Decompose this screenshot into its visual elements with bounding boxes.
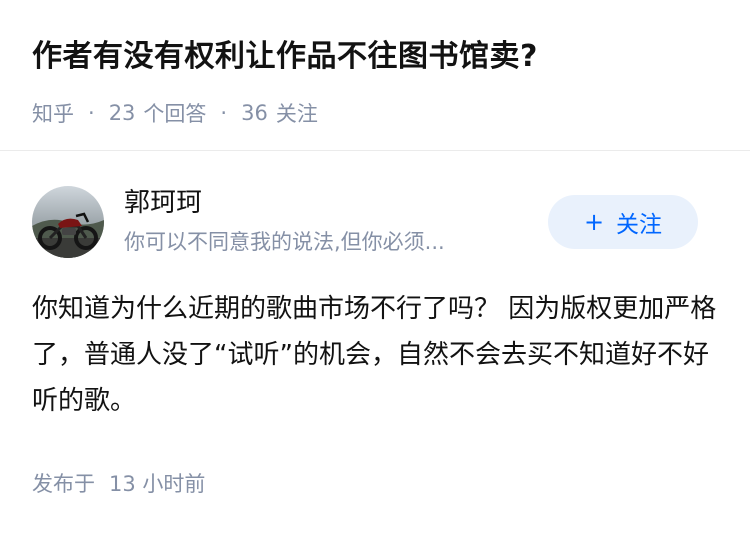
follow-button-label: 关注 [616, 212, 663, 238]
published-time: 13 小时前 [109, 472, 206, 496]
followers-count: 36 [241, 101, 268, 125]
answer-footer: 发布于 13 小时前 [32, 468, 205, 498]
author-name[interactable]: 郭珂珂 [124, 186, 202, 220]
plus-icon: + [583, 208, 605, 236]
answer-content[interactable]: 你知道为什么近期的歌曲市场不行了吗？ 因为版权更加严格了，普通人没了“试听”的机… [32, 286, 722, 424]
answers-label[interactable]: 个回答 [143, 98, 206, 128]
meta-separator: · [220, 101, 228, 125]
meta-separator: · [88, 101, 95, 125]
answers-count: 23 [108, 101, 136, 125]
author-bio: 你可以不同意我的说法,但你必须... [124, 230, 445, 254]
question-header: 作者有没有权利让作品不往图书馆卖? 知乎 · 23 个回答 · 36 关注 [32, 34, 732, 128]
published-label: 发布于 [32, 472, 95, 496]
question-meta: 知乎 · 23 个回答 · 36 关注 [32, 98, 732, 128]
follow-button[interactable]: + 关注 [548, 195, 698, 249]
divider [0, 150, 750, 151]
question-title[interactable]: 作者有没有权利让作品不往图书馆卖? [32, 34, 732, 80]
followers-label[interactable]: 关注 [276, 98, 318, 128]
avatar-motorcycle-photo-icon [32, 186, 104, 258]
avatar[interactable] [32, 186, 104, 258]
source-label[interactable]: 知乎 [32, 98, 74, 128]
